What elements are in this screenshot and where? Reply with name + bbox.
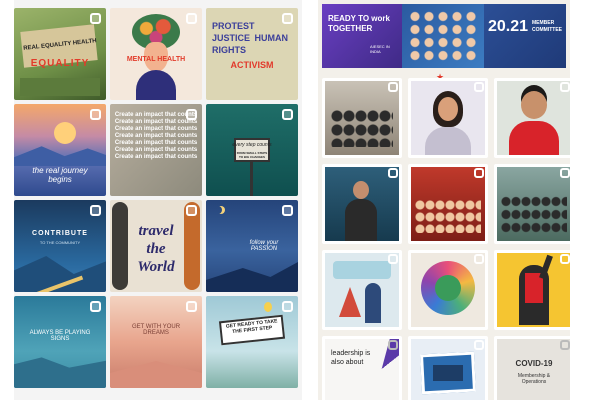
post-title: MENTAL HEALTH (126, 56, 186, 63)
post-mental-health[interactable]: MENTAL HEALTH (110, 8, 202, 100)
post-man-portrait[interactable] (494, 78, 570, 158)
post-travel-world[interactable]: travel the World (110, 200, 202, 292)
post-title: ALWAYS BE PLAYING SIGNS (29, 330, 91, 342)
post-caption: FROM SMALL STEPS TO BIG CHANGES (236, 151, 268, 159)
multi-post-icon (186, 109, 197, 120)
post-bus-photo[interactable] (408, 336, 488, 400)
bulb-icon (264, 302, 272, 312)
post-contribute[interactable]: CONTRIBUTE TO THE COMMUNITY (14, 200, 106, 292)
post-caption: leadership is also about (331, 350, 371, 366)
post-caption: TO THE COMMUNITY (39, 240, 81, 245)
post-title: the real journey begins (32, 166, 88, 184)
post-every-step[interactable]: every step counts FROM SMALL STEPS TO BI… (206, 104, 298, 196)
multi-post-icon (388, 82, 398, 92)
multi-post-icon (282, 301, 293, 312)
post-get-with-dreams[interactable]: GET WITH YOUR DREAMS (110, 296, 202, 388)
post-equality[interactable]: REAL EQUALITY HEALTH EQUALITY (14, 8, 106, 100)
multi-post-icon (90, 301, 101, 312)
multi-post-icon (282, 13, 293, 24)
banner-year: 20.21 (488, 18, 529, 35)
multi-post-icon (186, 205, 197, 216)
multi-post-icon (474, 82, 484, 92)
multi-post-icon (90, 205, 101, 216)
multi-post-icon (560, 82, 570, 92)
multi-post-icon (560, 254, 570, 264)
multi-post-icon (560, 168, 570, 178)
multi-post-icon (90, 109, 101, 120)
multi-post-icon (90, 13, 101, 24)
member-avatars (402, 4, 484, 68)
post-title: every step counts (232, 142, 272, 148)
right-feed: READY TO work TOGETHER AIESEC IN INDIA 2… (318, 0, 570, 400)
post-playing-signs[interactable]: ALWAYS BE PLAYING SIGNS (14, 296, 106, 388)
banner-title-card: READY TO work TOGETHER AIESEC IN INDIA (322, 4, 402, 68)
moon-icon (214, 206, 222, 214)
post-team-stage[interactable] (408, 164, 488, 244)
multi-post-icon (282, 205, 293, 216)
post-activism[interactable]: PROTEST JUSTICE HUMAN RIGHTS ACTIVISM (206, 8, 298, 100)
banner-member: MEMBER (532, 20, 555, 26)
post-earth-hands[interactable] (408, 250, 488, 330)
banner-title: READY TO work TOGETHER (328, 14, 390, 33)
multi-post-icon (388, 340, 398, 350)
post-raise-hand[interactable] (494, 250, 570, 330)
post-event-speaker[interactable] (322, 164, 402, 244)
post-group-photo[interactable] (322, 78, 402, 158)
banner-committee: COMMITTEE (532, 27, 562, 33)
left-post-grid: REAL EQUALITY HEALTH EQUALITY MENTAL HEA… (14, 8, 298, 388)
multi-post-icon (388, 254, 398, 264)
multi-post-icon (186, 13, 197, 24)
post-leadership[interactable]: leadership is also about (322, 336, 402, 400)
post-group-outdoor[interactable] (494, 164, 570, 244)
left-feed: REAL EQUALITY HEALTH EQUALITY MENTAL HEA… (14, 0, 302, 400)
sun-icon (54, 122, 76, 144)
post-title: GET WITH YOUR DREAMS (131, 324, 181, 336)
post-cups-illustration[interactable] (322, 250, 402, 330)
post-follow-passion[interactable]: follow your PASSION (206, 200, 298, 292)
multi-post-icon (474, 254, 484, 264)
post-title: EQUALITY (30, 58, 90, 69)
header-banner[interactable]: READY TO work TOGETHER AIESEC IN INDIA 2… (322, 4, 566, 68)
banner-year-card: 20.21 MEMBER COMMITTEE (484, 4, 566, 68)
multi-post-icon (560, 340, 570, 350)
post-caption: Membership & Operations (517, 373, 551, 385)
post-title: travel the World (137, 223, 175, 275)
right-post-grid: leadership is also about COVID-19 Member… (322, 78, 570, 400)
post-get-ready[interactable]: GET READY TO TAKE THE FIRST STEP (206, 296, 298, 388)
multi-post-icon (186, 301, 197, 312)
multi-post-icon (388, 168, 398, 178)
post-covid[interactable]: COVID-19 Membership & Operations (494, 336, 570, 400)
post-real-journey[interactable]: the real journey begins (14, 104, 106, 196)
post-title: follow your PASSION (249, 240, 279, 252)
post-title: ACTIVISM (230, 60, 274, 70)
post-title: CONTRIBUTE (32, 230, 88, 237)
multi-post-icon (282, 109, 293, 120)
multi-post-icon (474, 168, 484, 178)
post-woman-portrait[interactable] (408, 78, 488, 158)
post-create-impact[interactable]: Create an impact that counts (110, 104, 202, 196)
post-title: COVID-19 (515, 359, 553, 368)
multi-post-icon (474, 340, 484, 350)
banner-subtitle: AIESEC IN INDIA (370, 44, 390, 54)
post-caption: PROTEST JUSTICE HUMAN RIGHTS (212, 21, 289, 55)
